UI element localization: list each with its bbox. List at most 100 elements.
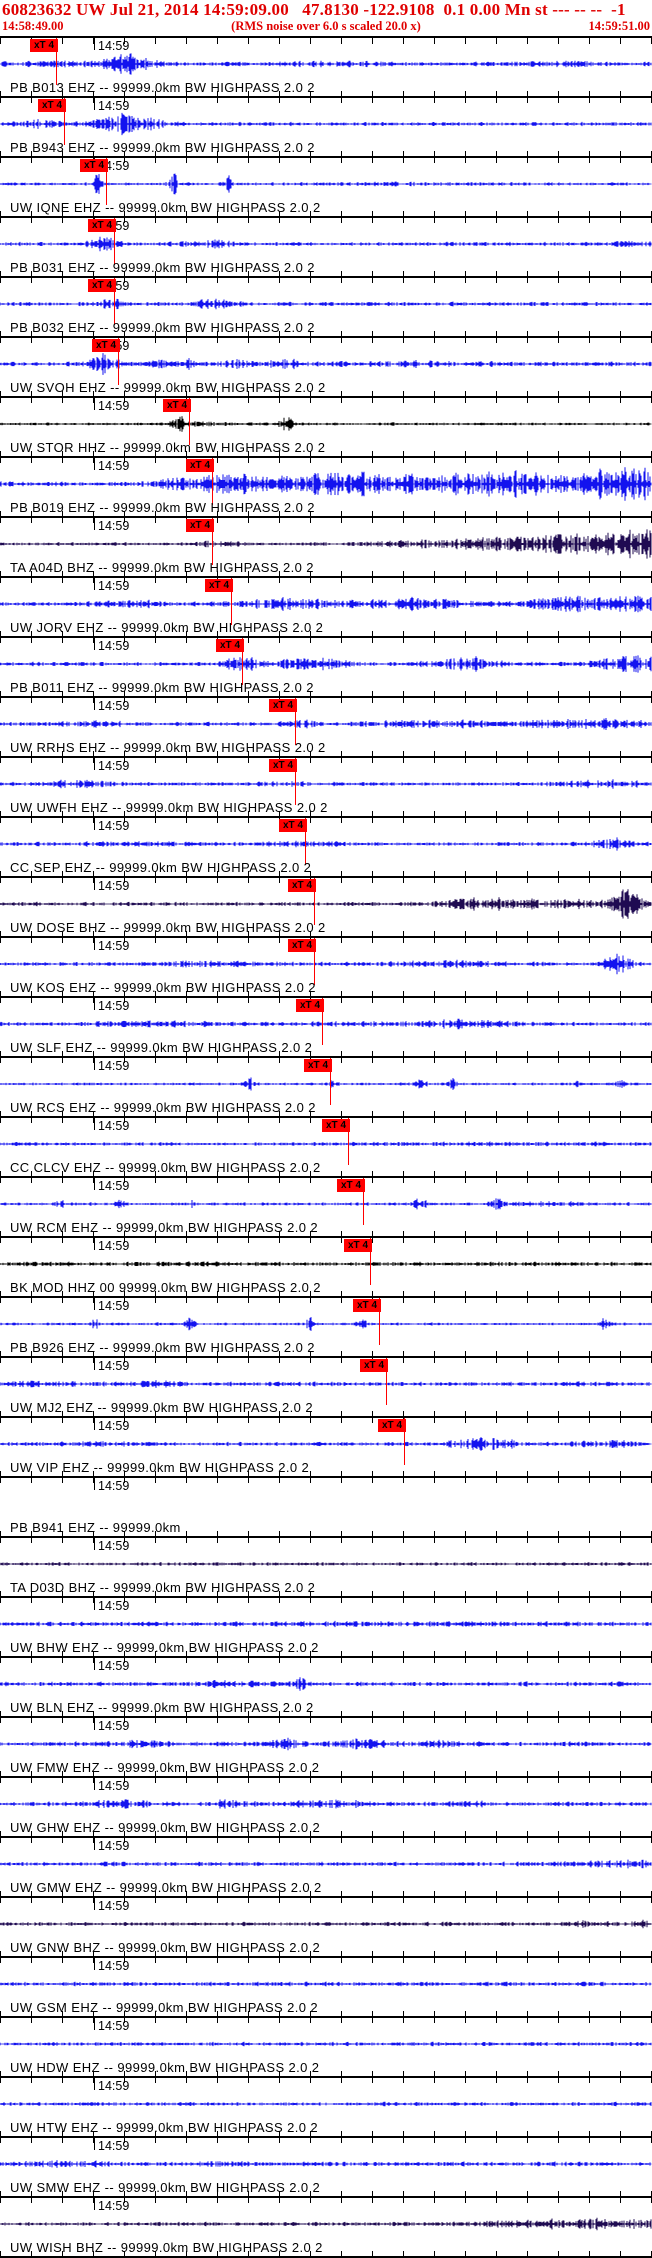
station-channel-label: UW WISH BHZ -- 99999.0km BW HIGHPASS 2.0… bbox=[10, 2240, 323, 2255]
phase-pick-flag[interactable]: xT 4 bbox=[269, 699, 298, 712]
phase-pick-flag[interactable]: xT 4 bbox=[353, 1299, 382, 1312]
station-channel-label: UW SLF EHZ -- 99999.0km BW HIGHPASS 2.0 … bbox=[10, 1040, 313, 1055]
phase-pick-flag[interactable]: xT 4 bbox=[186, 519, 215, 532]
event-header: 60823632 UW Jul 21, 2014 14:59:09.00 47.… bbox=[2, 0, 626, 19]
phase-pick-flag[interactable]: xT 4 bbox=[279, 819, 308, 832]
trace-row: 14:59 xT 4 PB B013 EHZ -- 99999.0km BW HIG… bbox=[0, 38, 652, 98]
trace-row: 14:59 xT 4 PB B943 EHZ -- 99999.0km BW HIG… bbox=[0, 98, 652, 158]
station-channel-label: UW RCM EHZ -- 99999.0km BW HIGHPASS 2.0 … bbox=[10, 1220, 318, 1235]
station-channel-label: UW SVOH EHZ -- 99999.0km BW HIGHPASS 2.0… bbox=[10, 380, 326, 395]
phase-pick-flag[interactable]: xT 4 bbox=[30, 39, 59, 52]
station-channel-label: BK MOD HHZ 00 99999.0km BW HIGHPASS 2.0 … bbox=[10, 1280, 321, 1295]
station-channel-label: UW RCS EHZ -- 99999.0km BW HIGHPASS 2.0 … bbox=[10, 1100, 316, 1115]
seismogram-viewer: 60823632 UW Jul 21, 2014 14:59:09.00 47.… bbox=[0, 0, 652, 2258]
trace-row: 14:59 UW GHW EHZ -- 99999.0km BW HIGHPASS… bbox=[0, 1778, 652, 1838]
station-channel-label: UW RRHS EHZ -- 99999.0km BW HIGHPASS 2.0… bbox=[10, 740, 326, 755]
trace-row: 14:59 xT 4 UW VIP EHZ -- 99999.0km BW HIGH… bbox=[0, 1418, 652, 1478]
trace-row: 14:59 xT 4 UW JORV EHZ -- 99999.0km BW HIG… bbox=[0, 578, 652, 638]
station-channel-label: CC CLCV EHZ -- 99999.0km BW HIGHPASS 2.0… bbox=[10, 1160, 321, 1175]
station-channel-label: UW GMW EHZ -- 99999.0km BW HIGHPASS 2.0 … bbox=[10, 1880, 322, 1895]
phase-pick-flag[interactable]: xT 4 bbox=[216, 639, 245, 652]
trace-row: 14:59 xT 4 CC CLCV EHZ -- 99999.0km BW HIG… bbox=[0, 1118, 652, 1178]
station-channel-label: PB B926 EHZ -- 99999.0km BW HIGHPASS 2.0… bbox=[10, 1340, 315, 1355]
station-channel-label: UW BHW EHZ -- 99999.0km BW HIGHPASS 2.0 … bbox=[10, 1640, 319, 1655]
trace-row: 14:59 xT 4 UW MJ2 EHZ -- 99999.0km BW HIGH… bbox=[0, 1358, 652, 1418]
trace-row: 14:59 UW FMW EHZ -- 99999.0km BW HIGHPASS… bbox=[0, 1718, 652, 1778]
trace-row: 14:59 xT 4 PB B926 EHZ -- 99999.0km BW HIG… bbox=[0, 1298, 652, 1358]
station-channel-label: PB B011 EHZ -- 99999.0km BW HIGHPASS 2.0… bbox=[10, 680, 314, 695]
trace-row: 14:59 UW WISH BHZ -- 99999.0km BW HIGHPAS… bbox=[0, 2198, 652, 2258]
trace-row: 14:59 UW GSM EHZ -- 99999.0km BW HIGHPASS… bbox=[0, 1958, 652, 2018]
phase-pick-flag[interactable]: xT 4 bbox=[186, 459, 215, 472]
station-channel-label: UW IQNE EHZ -- 99999.0km BW HIGHPASS 2.0… bbox=[10, 200, 321, 215]
station-channel-label: UW HDW EHZ -- 99999.0km BW HIGHPASS 2.0 … bbox=[10, 2060, 320, 2075]
phase-pick-flag[interactable]: xT 4 bbox=[88, 279, 117, 292]
station-channel-label: UW FMW EHZ -- 99999.0km BW HIGHPASS 2.0 … bbox=[10, 1760, 320, 1775]
trace-row: 14:59 UW GNW BHZ -- 99999.0km BW HIGHPASS… bbox=[0, 1898, 652, 1958]
station-channel-label: PB B032 EHZ -- 99999.0km BW HIGHPASS 2.0… bbox=[10, 320, 315, 335]
station-channel-label: CC SEP EHZ -- 99999.0km BW HIGHPASS 2.0 … bbox=[10, 860, 312, 875]
station-channel-label: PB B943 EHZ -- 99999.0km BW HIGHPASS 2.0… bbox=[10, 140, 315, 155]
phase-pick-flag[interactable]: xT 4 bbox=[38, 99, 67, 112]
station-channel-label: PB B031 EHZ -- 99999.0km BW HIGHPASS 2.0… bbox=[10, 260, 315, 275]
time-window-bar: 14:58:49.00 (RMS noise over 6.0 s scaled… bbox=[0, 19, 652, 34]
trace-row: 14:59 UW HDW EHZ -- 99999.0km BW HIGHPASS… bbox=[0, 2018, 652, 2078]
trace-row: 14:59xT 4PB B031 EHZ -- 99999.0km BW HIG… bbox=[0, 218, 652, 278]
trace-row: 14:59 xT 4 UW RCS EHZ -- 99999.0km BW HIGH… bbox=[0, 1058, 652, 1118]
station-channel-label: UW GSM EHZ -- 99999.0km BW HIGHPASS 2.0 … bbox=[10, 2000, 319, 2015]
trace-row: 14:59 xT 4 UW RRHS EHZ -- 99999.0km BW HIG… bbox=[0, 698, 652, 758]
station-channel-label: TA D03D BHZ -- 99999.0km BW HIGHPASS 2.0… bbox=[10, 1580, 316, 1595]
phase-pick-flag[interactable]: xT 4 bbox=[92, 339, 121, 352]
station-channel-label: UW DOSE BHZ -- 99999.0km BW HIGHPASS 2.0… bbox=[10, 920, 326, 935]
station-channel-label: PB B019 EHZ -- 99999.0km BW HIGHPASS 2.0… bbox=[10, 500, 315, 515]
trace-row: 14:59 xT 4 UW SLF EHZ -- 99999.0km BW HIGH… bbox=[0, 998, 652, 1058]
phase-pick-flag[interactable]: xT 4 bbox=[337, 1179, 366, 1192]
trace-row: 14:59 UW GMW EHZ -- 99999.0km BW HIGHPASS… bbox=[0, 1838, 652, 1898]
station-channel-label: UW VIP EHZ -- 99999.0km BW HIGHPASS 2.0 … bbox=[10, 1460, 310, 1475]
window-end-time: 14:59:51.00 bbox=[588, 19, 650, 33]
phase-pick-flag[interactable]: xT 4 bbox=[296, 999, 325, 1012]
trace-row: 14:59 xT 4 UW KOS EHZ -- 99999.0km BW HIGH… bbox=[0, 938, 652, 998]
phase-pick-flag[interactable]: xT 4 bbox=[322, 1119, 351, 1132]
phase-pick-flag[interactable]: xT 4 bbox=[163, 399, 192, 412]
trace-row: 14:59 xT 4 UW DOSE BHZ -- 99999.0km BW HIG… bbox=[0, 878, 652, 938]
trace-row: 14:59 xT 4 CC SEP EHZ -- 99999.0km BW HIGH… bbox=[0, 818, 652, 878]
trace-row: 14:59xT 4PB B032 EHZ -- 99999.0km BW HIG… bbox=[0, 278, 652, 338]
station-channel-label: UW UWFH EHZ -- 99999.0km BW HIGHPASS 2.0… bbox=[10, 800, 328, 815]
station-channel-label: UW HTW EHZ -- 99999.0km BW HIGHPASS 2.0 … bbox=[10, 2120, 318, 2135]
trace-row: 14:59 xT 4 UW IQNE EHZ -- 99999.0km BW HIG… bbox=[0, 158, 652, 218]
phase-pick-flag[interactable]: xT 4 bbox=[360, 1359, 389, 1372]
station-channel-label: UW SMW EHZ -- 99999.0km BW HIGHPASS 2.0 … bbox=[10, 2180, 321, 2195]
trace-list: 14:59 xT 4 PB B013 EHZ -- 99999.0km BW HIG… bbox=[0, 38, 652, 2258]
phase-pick-flag[interactable]: xT 4 bbox=[88, 219, 117, 232]
minute-tick bbox=[94, 1478, 95, 1490]
trace-row: 14:59 xT 4 UW RCM EHZ -- 99999.0km BW HIGH… bbox=[0, 1178, 652, 1238]
trace-row: 14:59 UW SMW EHZ -- 99999.0km BW HIGHPASS… bbox=[0, 2138, 652, 2198]
minute-label: 14:59 bbox=[98, 1479, 130, 1493]
phase-pick-flag[interactable]: xT 4 bbox=[80, 159, 109, 172]
rms-scaling-note: (RMS noise over 6.0 s scaled 20.0 x) bbox=[231, 19, 421, 33]
trace-row: 14:59 xT 4 TA A04D BHZ -- 99999.0km BW HIG… bbox=[0, 518, 652, 578]
phase-pick-flag[interactable]: xT 4 bbox=[304, 1059, 333, 1072]
station-channel-label: PB B941 EHZ -- 99999.0km bbox=[10, 1520, 181, 1535]
station-channel-label: UW GNW BHZ -- 99999.0km BW HIGHPASS 2.0 … bbox=[10, 1940, 321, 1955]
phase-pick-flag[interactable]: xT 4 bbox=[269, 759, 298, 772]
station-channel-label: UW KOS EHZ -- 99999.0km BW HIGHPASS 2.0 … bbox=[10, 980, 316, 995]
trace-row: 14:59 PB B941 EHZ -- 99999.0km bbox=[0, 1478, 652, 1538]
station-channel-label: UW MJ2 EHZ -- 99999.0km BW HIGHPASS 2.0 … bbox=[10, 1400, 313, 1415]
trace-row: 14:59xT 4UW SVOH EHZ -- 99999.0km BW HIG… bbox=[0, 338, 652, 398]
station-channel-label: TA A04D BHZ -- 99999.0km BW HIGHPASS 2.0… bbox=[10, 560, 314, 575]
station-channel-label: UW BLN EHZ -- 99999.0km BW HIGHPASS 2.0 … bbox=[10, 1700, 314, 1715]
phase-pick-flag[interactable]: xT 4 bbox=[288, 879, 317, 892]
phase-pick-flag[interactable]: xT 4 bbox=[344, 1239, 373, 1252]
trace-row: 14:59 TA D03D BHZ -- 99999.0km BW HIGHPAS… bbox=[0, 1538, 652, 1598]
trace-row: 14:59 xT 4 UW UWFH EHZ -- 99999.0km BW HIG… bbox=[0, 758, 652, 818]
trace-row: 14:59 xT 4 PB B011 EHZ -- 99999.0km BW HIG… bbox=[0, 638, 652, 698]
phase-pick-flag[interactable]: xT 4 bbox=[378, 1419, 407, 1432]
trace-row: 14:59 UW BLN EHZ -- 99999.0km BW HIGHPASS… bbox=[0, 1658, 652, 1718]
phase-pick-flag[interactable]: xT 4 bbox=[288, 939, 317, 952]
phase-pick-flag[interactable]: xT 4 bbox=[205, 579, 234, 592]
trace-row: 14:59 UW BHW EHZ -- 99999.0km BW HIGHPASS… bbox=[0, 1598, 652, 1658]
trace-row: 14:59 xT 4 BK MOD HHZ 00 99999.0km BW HIGH… bbox=[0, 1238, 652, 1298]
station-channel-label: PB B013 EHZ -- 99999.0km BW HIGHPASS 2.0… bbox=[10, 80, 315, 95]
